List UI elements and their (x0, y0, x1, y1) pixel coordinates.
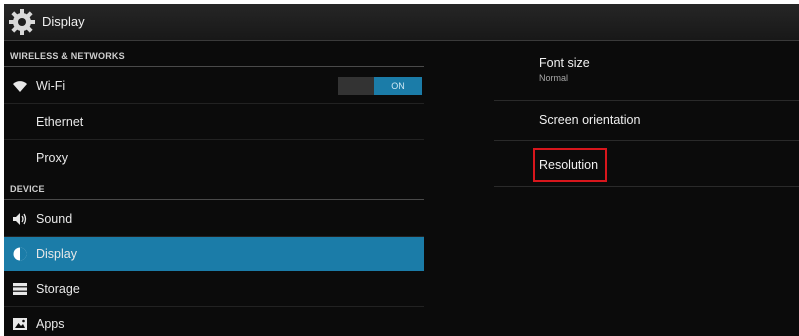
page-title: Display (42, 14, 85, 29)
sidebar-item-label: Proxy (36, 151, 68, 165)
pref-divider (494, 186, 799, 187)
sidebar-item-wifi[interactable]: Wi-Fi ON (4, 69, 424, 104)
pref-summary: Normal (539, 73, 569, 83)
speaker-icon (13, 213, 27, 225)
action-bar: Display (4, 4, 799, 41)
sidebar-item-apps[interactable]: Apps (4, 307, 424, 336)
row-divider (4, 139, 424, 140)
wifi-toggle[interactable]: ON (338, 77, 422, 95)
sidebar-item-display[interactable]: Display (4, 237, 424, 271)
pref-title: Screen orientation (539, 113, 641, 127)
sidebar-item-sound[interactable]: Sound (4, 202, 424, 237)
sidebar-item-ethernet[interactable]: Ethernet (4, 105, 424, 140)
sidebar-item-label: Storage (36, 282, 80, 296)
pref-screen-orientation[interactable]: Screen orientation (494, 101, 799, 141)
wifi-icon (13, 81, 27, 92)
section-divider (4, 199, 424, 200)
sidebar-item-label: Sound (36, 212, 73, 226)
toggle-on-label: ON (374, 77, 422, 95)
pref-font-size[interactable]: Font size Normal (494, 41, 799, 101)
sidebar-item-proxy[interactable]: Proxy (4, 141, 424, 175)
storage-icon (13, 283, 27, 295)
section-header-wireless: WIRELESS & NETWORKS (10, 51, 125, 61)
settings-sidebar: WIRELESS & NETWORKS Wi-Fi ON Ethernet Pr… (4, 41, 424, 336)
section-divider (4, 66, 424, 67)
display-settings-panel: Font size Normal Screen orientation Reso… (494, 41, 799, 336)
sidebar-item-label: Apps (36, 317, 65, 331)
resolution-highlight-box (533, 148, 607, 182)
gear-icon[interactable] (8, 8, 36, 36)
settings-screen: Display WIRELESS & NETWORKS Wi-Fi ON Eth… (4, 4, 799, 336)
pref-title: Font size (539, 56, 590, 70)
sidebar-item-storage[interactable]: Storage (4, 272, 424, 307)
row-divider (4, 103, 424, 104)
apps-icon (13, 318, 27, 330)
section-header-device: DEVICE (10, 184, 45, 194)
sidebar-item-label: Wi-Fi (36, 79, 66, 93)
brightness-icon (13, 247, 27, 261)
sidebar-item-label: Ethernet (36, 115, 84, 129)
sidebar-item-label: Display (36, 247, 77, 261)
